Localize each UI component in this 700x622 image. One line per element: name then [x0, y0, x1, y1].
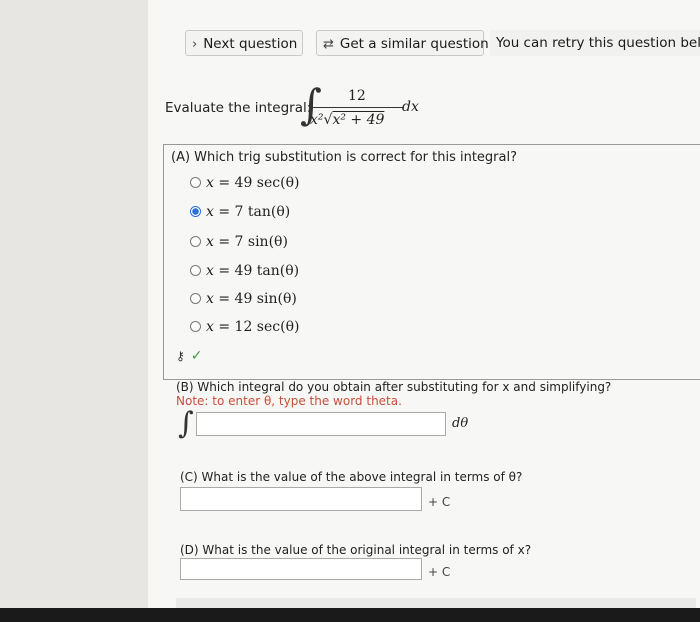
chevron-right-icon: › — [192, 37, 198, 52]
part-b-differential: dθ — [452, 416, 469, 431]
check-icon: ✓ — [190, 348, 203, 364]
option-5[interactable]: x = 49 sin(θ) — [190, 288, 297, 310]
part-c-suffix: + C — [428, 495, 451, 509]
refresh-icon: ⇄ — [323, 37, 334, 52]
left-margin — [0, 0, 148, 608]
radio-button[interactable] — [190, 236, 201, 247]
radio-button-selected[interactable] — [190, 206, 201, 217]
page-edge — [176, 598, 696, 608]
radicand: x² + 49 — [332, 112, 385, 128]
next-question-button[interactable]: › Next question — [185, 30, 303, 56]
radio-button[interactable] — [190, 293, 201, 304]
option-6[interactable]: x = 12 sec(θ) — [190, 316, 299, 338]
option-4[interactable]: x = 49 tan(θ) — [190, 260, 299, 282]
screen-bezel — [0, 608, 700, 622]
option-2[interactable]: x = 7 tan(θ) — [190, 201, 290, 223]
part-d-input[interactable] — [180, 558, 422, 580]
radio-button[interactable] — [190, 177, 201, 188]
part-d-title: (D) What is the value of the original in… — [180, 543, 532, 557]
denominator-prefix: x² — [310, 112, 324, 128]
part-a-title: (A) Which trig substitution is correct f… — [171, 150, 517, 165]
part-b-note: Note: to enter θ, type the word theta. — [176, 394, 402, 408]
radio-button[interactable] — [190, 265, 201, 276]
fraction-denominator: x²√x² + 49 — [310, 112, 384, 128]
similar-question-button[interactable]: ⇄ Get a similar question — [316, 30, 489, 56]
option-3[interactable]: x = 7 sin(θ) — [190, 231, 288, 253]
radio-button[interactable] — [190, 321, 201, 332]
answer-status: ⚷ ✓ — [176, 348, 203, 364]
fraction-numerator: 12 — [348, 88, 366, 104]
part-d-suffix: + C — [428, 565, 451, 579]
differential: dx — [402, 99, 419, 115]
part-b-title: (B) Which integral do you obtain after s… — [176, 380, 612, 394]
part-c-title: (C) What is the value of the above integ… — [180, 470, 523, 484]
option-1[interactable]: x = 49 sec(θ) — [190, 172, 299, 194]
question-prompt: Evaluate the integral: — [165, 100, 312, 116]
part-c-input[interactable] — [180, 487, 422, 511]
retry-note: You can retry this question below — [490, 30, 700, 56]
fraction-bar — [312, 107, 404, 108]
integral-symbol: ∫ — [178, 406, 194, 441]
part-b-input[interactable] — [196, 412, 446, 436]
key-icon[interactable]: ⚷ — [176, 349, 185, 363]
